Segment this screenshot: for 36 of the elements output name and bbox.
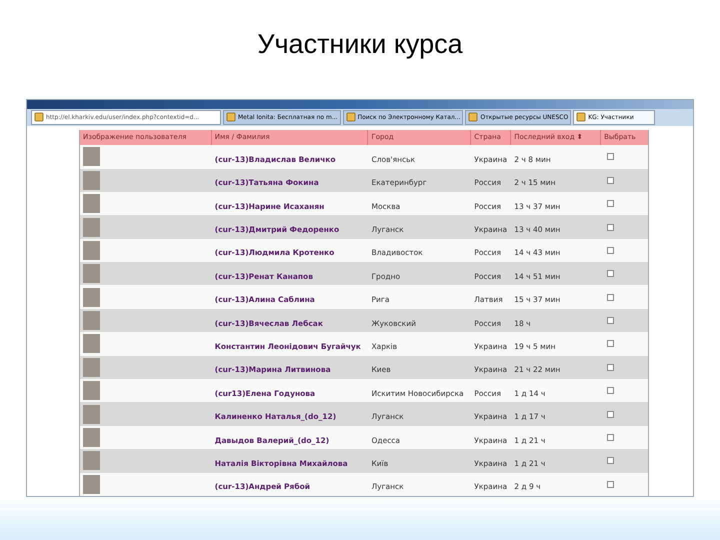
select-checkbox[interactable] bbox=[607, 387, 614, 394]
avatar-placeholder bbox=[83, 240, 100, 260]
avatar-placeholder bbox=[83, 428, 100, 448]
avatar-placeholder bbox=[83, 288, 100, 307]
avatar-placeholder bbox=[83, 218, 100, 236]
select-checkbox[interactable] bbox=[607, 434, 614, 442]
avatar-placeholder bbox=[83, 404, 100, 424]
select-checkbox[interactable] bbox=[607, 457, 614, 464]
select-checkbox[interactable] bbox=[607, 270, 614, 278]
avatar-placeholder bbox=[83, 147, 100, 166]
avatar-placeholder bbox=[83, 194, 100, 214]
avatar-placeholder bbox=[83, 334, 100, 354]
page-icon bbox=[468, 112, 478, 122]
select-checkbox[interactable] bbox=[607, 200, 614, 208]
slide-title: Участники курса bbox=[257, 28, 463, 61]
select-checkbox[interactable] bbox=[607, 246, 614, 254]
select-checkbox[interactable] bbox=[607, 480, 614, 488]
avatar-placeholder bbox=[83, 381, 100, 400]
select-checkbox[interactable] bbox=[607, 364, 614, 371]
select-checkbox[interactable] bbox=[607, 176, 614, 184]
select-checkbox[interactable] bbox=[607, 224, 614, 230]
avatar-placeholder bbox=[83, 170, 100, 190]
select-checkbox[interactable] bbox=[607, 410, 614, 418]
page-icon bbox=[34, 112, 44, 122]
page-icon bbox=[576, 112, 586, 122]
avatar-placeholder bbox=[83, 358, 100, 377]
select-checkbox[interactable] bbox=[607, 153, 614, 160]
page-icon bbox=[346, 112, 356, 122]
avatar-placeholder bbox=[83, 311, 100, 330]
avatar-placeholder bbox=[83, 451, 100, 470]
select-checkbox[interactable] bbox=[607, 317, 614, 324]
avatar-placeholder bbox=[83, 264, 100, 284]
select-checkbox[interactable] bbox=[607, 340, 614, 348]
page-icon bbox=[226, 112, 236, 122]
select-checkbox[interactable] bbox=[607, 294, 614, 301]
avatar-placeholder bbox=[83, 474, 100, 494]
